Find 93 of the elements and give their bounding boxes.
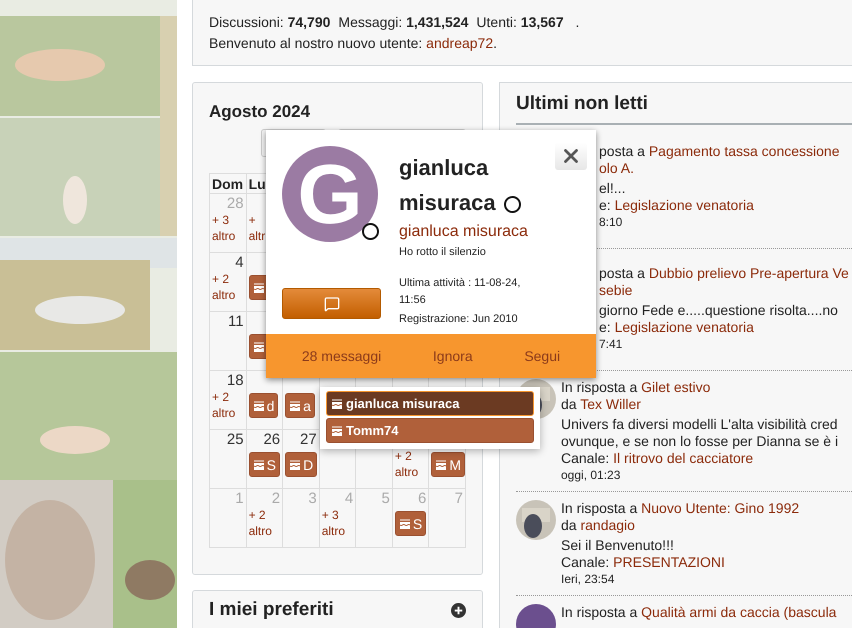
cake-icon [331,424,343,436]
birthday-event[interactable]: M [431,452,464,477]
birthday-event[interactable] [248,334,269,359]
add-icon[interactable] [451,602,466,618]
reply-text: In risposta a [561,604,638,620]
user-link[interactable]: andreap72 [426,33,494,54]
channel-label: e: [599,319,612,335]
topic-link[interactable]: Dubbio prelievo Pre-apertura Ve [648,265,849,281]
post-excerpt: ovunque, e se non lo fosse per Dianna se è i [561,433,838,450]
reply-text: In risposta a [561,379,638,395]
day-number: 4 [234,254,244,271]
cake-icon [252,458,265,470]
post-excerpt: Sei il Benvenuto!!! [561,537,675,554]
birthday-item[interactable]: gianluca misuraca [326,391,534,416]
birthday-event[interactable]: d [248,393,278,418]
author-link[interactable]: randagio [580,517,635,533]
more-link[interactable]: + 2 altro [248,507,280,539]
stat-text: Discussioni: 74,790 [209,13,330,32]
birthday-event[interactable]: S [394,511,426,536]
topic-link[interactable]: Gilet estivo [641,379,710,395]
day-number: 18 [226,372,244,389]
weekday-label: Dom [212,176,244,192]
day-number: 6 [417,490,426,507]
channel-label: Canale: [561,450,610,466]
welcome-text: Benvenuto al nostro nuovo utente: [209,34,424,53]
stat-text: . [574,13,580,32]
post-time: oggi, 01:23 [561,467,622,483]
cake-icon [289,400,302,412]
topic-link[interactable]: Pagamento tassa concessione [648,143,840,159]
day-number: 11 [226,313,244,330]
cake-icon [252,340,265,352]
chat-icon [324,296,340,312]
more-link[interactable]: + 3 altro [322,507,354,539]
topic-link[interactable]: Nuovo Utente: Gino 1992 [641,500,800,516]
day-number: 28 [226,195,244,212]
birthday-item[interactable]: Tomm74 [326,418,534,443]
channel-label: e: [599,197,612,213]
birthday-event[interactable]: a [285,393,315,418]
calendar-title: Agosto 2024 [209,101,312,123]
day-number: 25 [226,431,244,448]
cake-icon [435,458,448,470]
post-excerpt: Univers fa diversi modelli L'alta visibilità cred [561,416,838,433]
channel-link[interactable]: Legislazione venatoria [614,319,754,335]
stat-text: Utenti: 13,567 [476,13,564,32]
post-time: Ieri, 23:54 [561,571,616,587]
day-number: 1 [234,490,244,507]
author-link[interactable]: olo A. [599,160,634,176]
post-time: 7:41 [599,336,624,352]
cake-icon [289,458,302,470]
profile-name: gianluca misuraca [399,155,496,215]
author-label: da [561,517,578,533]
profile-status: Ho rotto il silenzio [399,245,487,260]
cake-icon [252,400,265,412]
channel-link[interactable]: Il ritrovo del cacciatore [613,450,754,466]
weekday-label: Lu [248,176,266,192]
post-time: 8:10 [599,214,624,230]
topic-link[interactable]: Qualità armi da caccia (bascula [641,604,836,620]
day-number: 2 [270,490,280,507]
birthday-event[interactable] [248,275,269,300]
day-number: 3 [307,490,317,507]
more-link[interactable]: + 3 altro [212,212,244,244]
username-link[interactable]: gianluca misuraca [399,222,579,242]
author-label: da [561,396,578,412]
day-number: 27 [299,431,317,448]
author-link[interactable]: sebie [599,282,632,298]
day-number: 5 [380,490,390,507]
author-link[interactable]: Tex Willer [580,396,641,412]
post-excerpt: el!... [599,180,626,197]
cake-icon [398,518,411,530]
day-number: 26 [262,431,280,448]
channel-label: Canale: [561,554,610,570]
day-number: 4 [344,490,354,507]
message-button[interactable] [282,288,381,319]
post-excerpt: giorno Fede e.....questione risolta....no [599,302,839,319]
more-link[interactable]: + 2 altro [212,389,244,421]
channel-link[interactable]: PRESENTAZIONI [613,554,725,570]
day-number: 7 [454,490,463,507]
cake-icon [331,398,343,410]
reply-text: posta a [599,265,646,281]
favorites-title: I miei preferiti [209,598,334,622]
reply-text: In risposta a [561,500,638,516]
reply-text: posta a [599,143,646,159]
cake-icon [252,282,265,294]
registration-date: Registrazione: Jun 2010 [399,312,519,327]
stat-text: Messaggi: 1,431,524 [338,13,468,32]
last-activity: Ultima attività : 11-08-24, 11:56 [399,276,522,308]
welcome-text: . [493,34,498,53]
unread-title: Ultimi non letti [516,89,852,125]
channel-link[interactable]: Legislazione venatoria [614,197,754,213]
birthday-event[interactable]: S [248,452,280,477]
birthday-event[interactable]: D [285,452,318,477]
avatar: G [282,146,378,242]
more-link[interactable]: + 2 altro [212,271,244,303]
